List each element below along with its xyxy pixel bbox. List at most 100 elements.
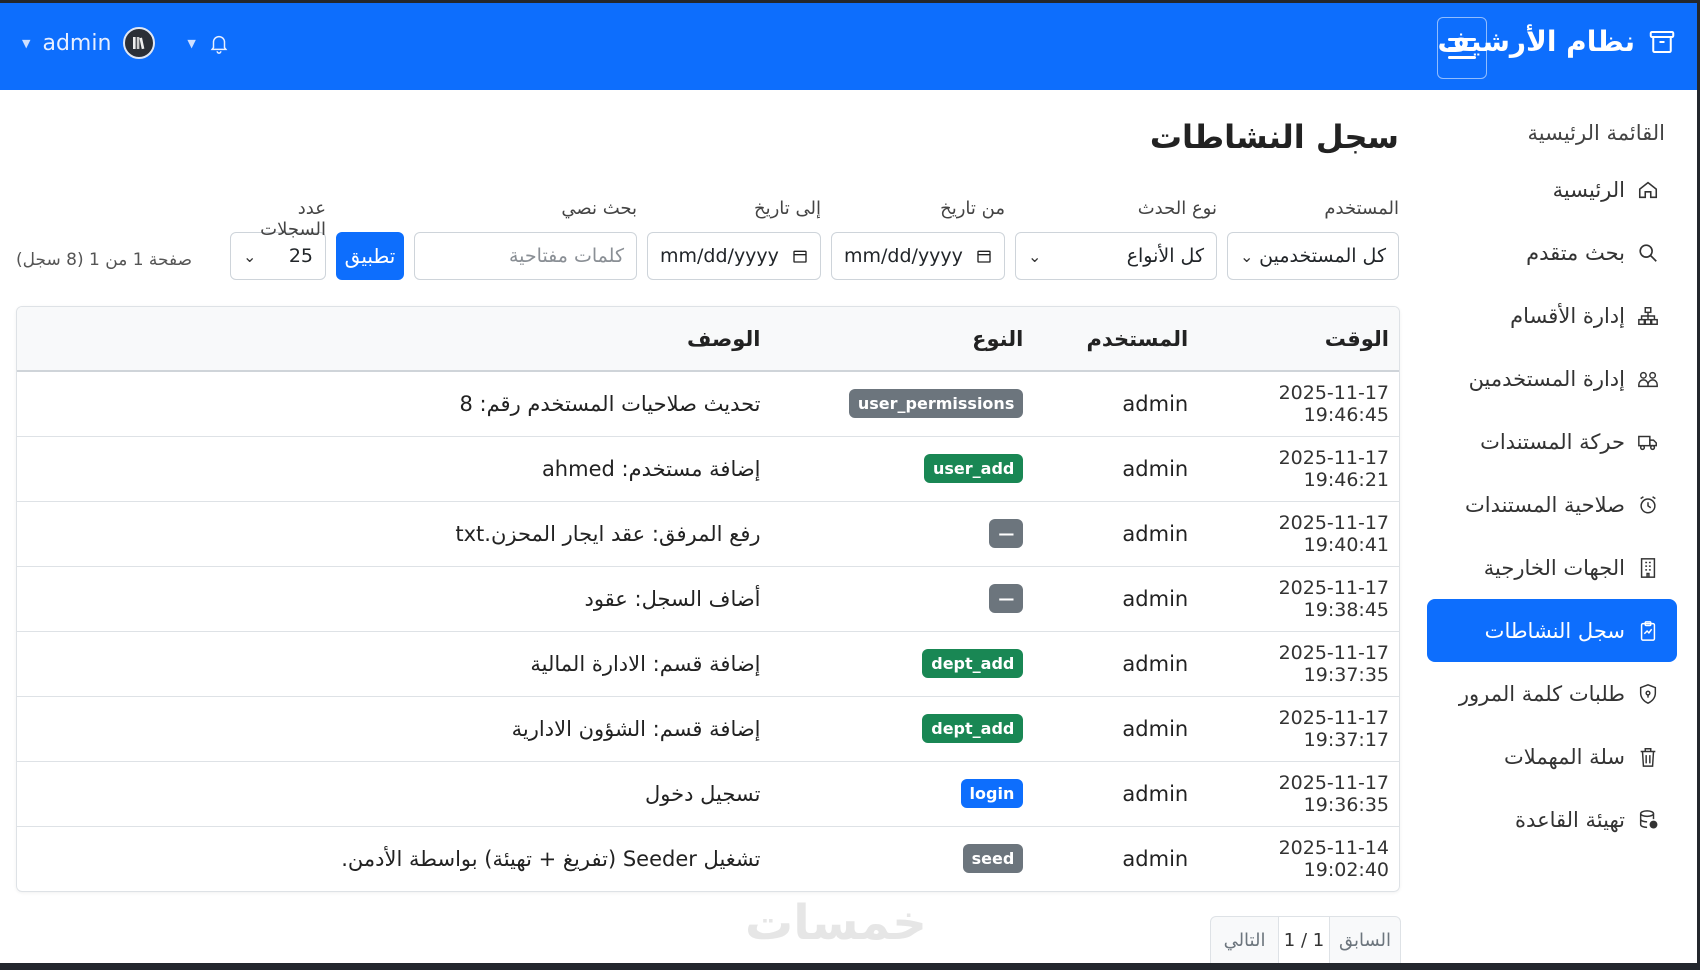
from-date-input[interactable]: mm/dd/yyyy — [831, 232, 1005, 280]
type-badge: dept_add — [922, 649, 1024, 678]
clipboard-icon — [1640, 620, 1656, 641]
notifications-caret-icon[interactable]: ▼ — [187, 37, 195, 50]
table-row: 2025-11-17 19:40:41 admin — رفع المرفق: … — [17, 501, 1399, 566]
user-dropdown-caret-icon[interactable]: ▼ — [22, 37, 30, 50]
cell-time: 2025-11-17 19:38:45 — [1278, 576, 1389, 621]
shield-icon — [1639, 683, 1657, 704]
filter-user-label: المستخدم — [1324, 198, 1399, 219]
type-badge: user_permissions — [848, 389, 1024, 419]
table-row: 2025-11-17 19:46:21 admin user_add إضافة… — [17, 436, 1399, 501]
cell-user: admin — [1122, 651, 1189, 676]
cell-time: 2025-11-14 19:02:40 — [1278, 836, 1389, 881]
cell-type: — — [771, 566, 1034, 631]
column-header-time: الوقت — [1198, 307, 1399, 372]
type-badge: user_add — [923, 454, 1024, 483]
bell-icon[interactable] — [208, 31, 230, 55]
menu-toggle-button[interactable] — [1437, 17, 1487, 79]
column-header-description: الوصف — [17, 307, 771, 372]
column-header-type: النوع — [770, 307, 1034, 372]
cell-time: 2025-11-17 19:46:21 — [1278, 446, 1389, 491]
cell-user: admin — [1122, 716, 1189, 741]
chevron-down-icon: ⌄ — [1240, 246, 1254, 266]
hamburger-icon — [1448, 37, 1476, 41]
sidebar-item-activity-log[interactable]: سجل النشاطات — [1427, 599, 1677, 662]
sidebar-item-label: تهيئة القاعدة — [1515, 807, 1625, 832]
apply-button[interactable]: تطبيق — [336, 232, 404, 280]
cell-description: رفع المرفق: عقد ايجار المحزن.txt — [455, 521, 761, 546]
table-row: 2025-11-17 19:46:45 admin user_permissio… — [17, 371, 1399, 436]
sidebar-item-advanced-search[interactable]: بحث متقدم — [1427, 221, 1677, 284]
sidebar-item-label: الجهات الخارجية — [1483, 555, 1625, 580]
cell-type: user_permissions — [771, 371, 1034, 436]
avatar[interactable] — [123, 27, 156, 59]
sidebar-item-document-movement[interactable]: حركة المستندات — [1427, 410, 1677, 473]
cell-type: dept_add — [771, 631, 1034, 696]
event-type-select[interactable]: كل الأنواع ⌄ — [1015, 232, 1217, 280]
page-title: سجل النشاطات — [1149, 118, 1399, 156]
building-icon — [1640, 557, 1656, 578]
cell-description: إضافة مستخدم: ahmed — [541, 456, 761, 481]
type-badge: — — [989, 584, 1024, 613]
cell-user: admin — [1122, 391, 1189, 416]
event-type-select-value: كل الأنواع — [1126, 245, 1204, 267]
sidebar-item-label: صلاحية المستندات — [1464, 492, 1625, 517]
sidebar-item-label: سجل النشاطات — [1484, 618, 1625, 643]
cell-type: user_add — [771, 436, 1034, 501]
cell-user: admin — [1122, 586, 1189, 611]
cell-description: تشغيل Seeder (تفريغ + تهيئة) بواسطة الأد… — [341, 846, 761, 871]
table-row: 2025-11-17 19:37:17 admin dept_add إضافة… — [17, 696, 1399, 761]
sidebar-item-label: طلبات كلمة المرور — [1458, 681, 1625, 706]
cell-user: admin — [1122, 521, 1189, 546]
calendar-icon[interactable] — [792, 248, 808, 264]
calendar-icon[interactable] — [976, 248, 992, 264]
sidebar-item-departments[interactable]: إدارة الأقسام — [1427, 284, 1677, 347]
filter-user: المستخدم كل المستخدمين ⌄ — [1227, 198, 1399, 280]
type-badge: seed — [962, 844, 1024, 874]
cell-type: — — [771, 501, 1034, 566]
users-icon — [1638, 371, 1658, 387]
cell-user: admin — [1122, 456, 1189, 481]
cell-type: dept_add — [771, 696, 1034, 761]
type-badge: login — [960, 779, 1024, 808]
sidebar-item-label: الرئيسية — [1552, 177, 1625, 202]
sidebar-item-home[interactable]: الرئيسية — [1427, 158, 1677, 221]
watermark: خمسات — [745, 895, 927, 951]
filter-type-label: نوع الحدث — [1137, 198, 1217, 219]
cell-time: 2025-11-17 19:36:35 — [1278, 771, 1389, 816]
user-area: ▼ admin ▼ — [22, 27, 230, 59]
sidebar-item-external-entities[interactable]: الجهات الخارجية — [1427, 536, 1677, 599]
pagination-next-button[interactable]: التالي — [1211, 917, 1278, 963]
user-select[interactable]: كل المستخدمين ⌄ — [1227, 232, 1399, 280]
filter-to-date: إلى تاريخ mm/dd/yyyy — [647, 198, 821, 280]
sidebar-item-label: إدارة الأقسام — [1510, 303, 1625, 328]
column-header-user: المستخدم — [1033, 307, 1199, 372]
type-badge: — — [989, 519, 1024, 548]
sidebar: القائمة الرئيسية الرئيسية بحث متقدم إدار… — [1427, 108, 1677, 851]
pagination: السابق 1 / 1 التالي — [1210, 916, 1401, 964]
chevron-down-icon: ⌄ — [1028, 246, 1042, 266]
trash-icon — [1640, 747, 1656, 767]
sidebar-item-document-expiry[interactable]: صلاحية المستندات — [1427, 473, 1677, 536]
archive-icon — [1649, 30, 1675, 53]
cell-type: login — [771, 761, 1034, 826]
pagination-prev-button[interactable]: السابق — [1330, 917, 1400, 963]
alarm-icon — [1640, 495, 1656, 514]
search-input[interactable]: كلمات مفتاحية — [414, 232, 637, 280]
sidebar-item-password-requests[interactable]: طلبات كلمة المرور — [1427, 662, 1677, 725]
sidebar-item-label: سلة المهملات — [1504, 744, 1625, 769]
user-select-value: كل المستخدمين — [1259, 245, 1386, 267]
cell-type: seed — [771, 826, 1034, 891]
cell-time: 2025-11-17 19:46:45 — [1278, 381, 1389, 426]
sidebar-item-users[interactable]: إدارة المستخدمين — [1427, 347, 1677, 410]
books-icon — [133, 37, 145, 50]
sidebar-item-database-init[interactable]: تهيئة القاعدة — [1427, 788, 1677, 851]
sidebar-item-label: إدارة المستخدمين — [1468, 366, 1625, 391]
truck-icon — [1638, 435, 1657, 450]
sidebar-item-trash[interactable]: سلة المهملات — [1427, 725, 1677, 788]
pagination-current: 1 / 1 — [1278, 917, 1330, 963]
cell-user: admin — [1122, 781, 1189, 806]
to-date-value: mm/dd/yyyy — [660, 245, 779, 267]
to-date-input[interactable]: mm/dd/yyyy — [647, 232, 821, 280]
user-name[interactable]: admin — [42, 31, 111, 56]
notifications[interactable]: ▼ — [187, 31, 229, 55]
